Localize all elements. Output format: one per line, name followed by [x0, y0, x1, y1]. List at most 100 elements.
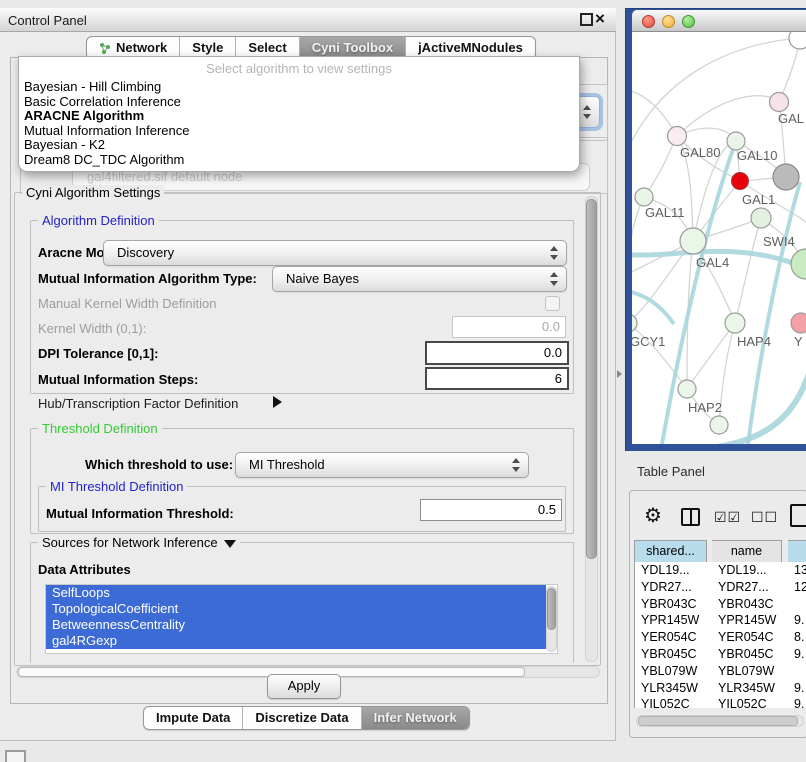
network-node-swi4[interactable] [751, 208, 771, 228]
cell: 9. [788, 646, 806, 663]
table-row[interactable]: YIL052CYIL052C9. [635, 696, 806, 708]
dpi-tolerance-field[interactable]: 0.0 [425, 341, 569, 365]
minimize-traffic-light-icon[interactable] [662, 15, 675, 28]
node-label: GAL80 [680, 145, 720, 160]
show-columns-icon[interactable]: ☑☑ [714, 509, 741, 525]
cell: YDL19... [635, 562, 712, 579]
cell: 9. [788, 680, 806, 697]
cell: 9. [788, 696, 806, 708]
network-node[interactable] [789, 32, 806, 49]
mi-type-combo[interactable]: Naive Bayes [272, 266, 567, 292]
list-scrollbar-thumb[interactable] [547, 588, 556, 630]
combo-stepper-icon [550, 272, 559, 286]
cell: YBL079W [635, 663, 712, 680]
panel-resize-handle[interactable] [617, 370, 622, 378]
network-node-gal1[interactable] [732, 173, 749, 190]
node-label: GAL [778, 111, 804, 126]
table-row[interactable]: YBR043CYBR043C [635, 596, 806, 613]
hub-disclosure-icon[interactable] [273, 396, 282, 408]
float-window-icon[interactable] [580, 13, 593, 26]
network-node-gal11[interactable] [635, 188, 653, 206]
mi-threshold-field[interactable]: 0.5 [420, 499, 562, 521]
dropdown-item[interactable]: Bayesian - Hill Climbing [19, 80, 579, 95]
tab-infer-network[interactable]: Infer Network [361, 707, 469, 729]
network-node[interactable] [770, 93, 789, 112]
combo-stepper-icon [512, 458, 521, 472]
network-node[interactable] [791, 313, 806, 333]
close-traffic-light-icon[interactable] [642, 15, 655, 28]
dropdown-item[interactable]: Mutual Information Inference [19, 124, 579, 139]
sources-disclosure-icon[interactable] [224, 540, 236, 548]
columns-icon[interactable] [681, 508, 700, 526]
network-icon [99, 42, 111, 54]
node-label: GAL1 [742, 192, 775, 207]
network-window-titlebar[interactable] [632, 10, 806, 32]
dropdown-item[interactable]: Bayesian - K2 [19, 138, 579, 153]
network-node[interactable] [773, 164, 799, 190]
aracne-mode-combo[interactable]: Discovery [103, 240, 567, 266]
network-node-gal4[interactable] [680, 228, 706, 254]
network-node[interactable] [710, 416, 728, 434]
mi-steps-field[interactable]: 6 [425, 367, 569, 390]
kernel-width-field[interactable]: 0.0 [452, 316, 566, 338]
network-node-gal80[interactable] [668, 127, 687, 146]
table-row[interactable]: YBL079WYBL079W [635, 663, 806, 680]
network-node-hap4[interactable] [725, 313, 745, 333]
mi-threshold-group-title: MI Threshold Definition [46, 479, 187, 494]
hide-columns-icon[interactable]: ☐☐ [751, 509, 778, 525]
docked-panel-icon[interactable] [5, 750, 26, 762]
cell: YBL079W [712, 663, 788, 680]
mi-steps-label: Mutual Information Steps: [38, 373, 198, 387]
cell: YPR145W [635, 612, 712, 629]
cell: YER054C [712, 629, 788, 646]
control-panel-titlebar [0, 8, 616, 32]
dropdown-item[interactable]: Dream8 DC_TDC Algorithm [19, 153, 579, 168]
cell: YIL052C [712, 696, 788, 708]
network-canvas[interactable]: GAL GAL80 GAL10 GAL1 GAL11 SWI4 GAL4 GCY… [632, 32, 806, 444]
dropdown-placeholder: Select algorithm to view settings [19, 57, 579, 80]
list-item[interactable]: SelfLoops [46, 585, 546, 601]
close-icon[interactable]: × [595, 9, 605, 29]
tab-impute-data-label: Impute Data [156, 707, 230, 729]
column-header-partial[interactable] [788, 540, 806, 563]
column-header-name[interactable]: name [712, 540, 782, 563]
table-row[interactable]: YBR045CYBR045C9. [635, 646, 806, 663]
cell: YBR045C [712, 646, 788, 663]
zoom-traffic-light-icon[interactable] [682, 15, 695, 28]
table-row[interactable]: YPR145WYPR145W9. [635, 612, 806, 629]
hub-definition-label: Hub/Transcription Factor Definition [38, 397, 238, 411]
list-item[interactable]: gal4RGexp [46, 633, 546, 649]
cell: YDL19... [712, 562, 788, 579]
network-node[interactable] [791, 249, 806, 279]
tab-discretize-data[interactable]: Discretize Data [242, 707, 360, 729]
table-row[interactable]: YER054CYER054C8. [635, 629, 806, 646]
apply-button[interactable]: Apply [267, 674, 341, 699]
list-item[interactable]: BetweennessCentrality [46, 617, 546, 633]
network-node-hap2[interactable] [678, 380, 696, 398]
kernel-width-label: Kernel Width (0,1): [38, 322, 146, 336]
node-label: Y [794, 334, 803, 349]
export-table-icon[interactable] [790, 504, 806, 527]
table-row[interactable]: YDL19...YDL19...13 [635, 562, 806, 579]
settings-scrollbar-thumb[interactable] [586, 199, 597, 559]
dropdown-item[interactable]: Basic Correlation Inference [19, 95, 579, 110]
manual-kernel-label: Manual Kernel Width Definition [38, 297, 216, 311]
algorithm-dropdown: Select algorithm to view settings Bayesi… [18, 56, 580, 172]
tab-impute-data[interactable]: Impute Data [144, 707, 242, 729]
screen: Control Panel × Network Style Select Cyn… [0, 0, 806, 762]
gear-icon[interactable]: ⚙ [644, 505, 662, 527]
table-row[interactable]: YLR345WYLR345W9. [635, 680, 806, 697]
which-threshold-combo[interactable]: MI Threshold [235, 452, 529, 478]
table-hscrollbar-thumb[interactable] [638, 716, 798, 726]
table-row[interactable]: YDR27...YDR27...12 [635, 579, 806, 596]
data-attributes-label: Data Attributes [38, 563, 131, 577]
node-label: GAL11 [645, 205, 685, 220]
aracne-mode-value: Discovery [117, 241, 174, 264]
combo-stepper-icon [583, 105, 592, 119]
column-header-shared-name[interactable]: shared... [634, 540, 707, 563]
table-panel-title: Table Panel [637, 464, 705, 479]
dropdown-item-selected[interactable]: ARACNE Algorithm [19, 109, 579, 124]
cell: YDR27... [712, 579, 788, 596]
manual-kernel-checkbox[interactable] [545, 296, 560, 311]
list-item[interactable]: TopologicalCoefficient [46, 601, 546, 617]
